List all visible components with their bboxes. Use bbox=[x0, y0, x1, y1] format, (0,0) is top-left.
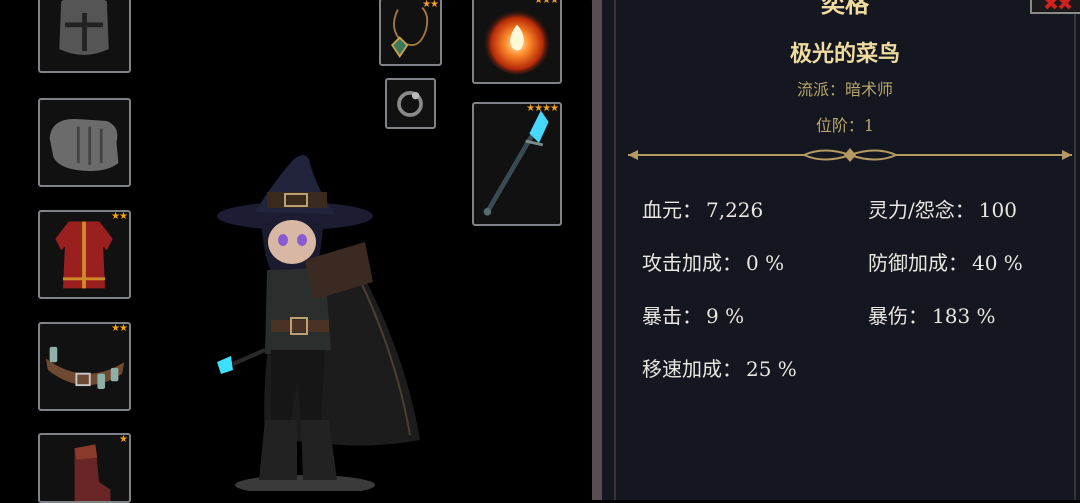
stat-value: 7,226 bbox=[706, 198, 764, 222]
boots-icon bbox=[74, 444, 111, 501]
stat-crit-damage: 暴伤： 183 % bbox=[868, 300, 996, 329]
necklace-stars: ★★ bbox=[422, 0, 439, 10]
staff-stars: ★★★★ bbox=[526, 103, 559, 114]
school-line: 流派：暗术师 bbox=[616, 76, 1074, 100]
stat-value: 9 % bbox=[706, 304, 745, 328]
stat-label: 灵力/怨念： bbox=[868, 198, 975, 222]
stat-hp: 血元： 7,226 bbox=[642, 194, 763, 223]
helmet-slot[interactable] bbox=[38, 0, 131, 73]
helmet-icon bbox=[59, 0, 109, 55]
stat-value: 0 % bbox=[746, 251, 785, 275]
robe-stars: ★★ bbox=[111, 211, 128, 222]
boots-stars: ★ bbox=[119, 434, 128, 445]
fire-orb-slot[interactable]: ★★★ bbox=[472, 0, 562, 84]
character-name: 极光的菜鸟 bbox=[789, 41, 900, 67]
stat-label: 攻击加成： bbox=[642, 251, 742, 275]
stat-value: 40 % bbox=[972, 251, 1023, 275]
stat-label: 移速加成： bbox=[642, 357, 742, 381]
gloves-slot[interactable] bbox=[38, 98, 131, 187]
stat-mana: 灵力/怨念： 100 bbox=[868, 194, 1017, 223]
stat-value: 183 % bbox=[932, 304, 996, 328]
belt-stars: ★★ bbox=[111, 323, 128, 334]
close-icon bbox=[1044, 0, 1072, 10]
ring-icon bbox=[397, 91, 423, 117]
character-info-panel: 奕格 极光的菜鸟 流派：暗术师 位阶：1 血元： 7,226 灵力/怨念： 100 … bbox=[592, 0, 1080, 500]
stat-value: 25 % bbox=[746, 357, 797, 381]
fire-orb-icon bbox=[482, 5, 552, 75]
rank-label: 位阶： bbox=[815, 116, 864, 135]
school-value: 暗术师 bbox=[845, 80, 894, 99]
belt-slot[interactable]: ★★ bbox=[38, 322, 131, 411]
stat-label: 血元： bbox=[642, 198, 702, 222]
stat-attack-bonus: 攻击加成： 0 % bbox=[642, 247, 784, 276]
rank-value: 1 bbox=[863, 116, 875, 135]
wizard-character bbox=[217, 155, 420, 491]
stat-move-speed: 移速加成： 25 % bbox=[642, 353, 797, 382]
stat-label: 暴伤： bbox=[868, 304, 928, 328]
stat-crit: 暴击： 9 % bbox=[642, 300, 744, 329]
ornamental-divider bbox=[628, 148, 1072, 162]
stat-value: 100 bbox=[978, 198, 1017, 222]
robe-icon bbox=[55, 221, 113, 289]
stat-label: 防御加成： bbox=[868, 251, 968, 275]
panel-title: 奕格 bbox=[821, 0, 869, 18]
staff-slot[interactable]: ★★★★ bbox=[472, 102, 562, 226]
school-label: 流派： bbox=[796, 80, 845, 99]
rank-line: 位阶：1 bbox=[616, 112, 1074, 136]
robe-slot[interactable]: ★★ bbox=[38, 210, 131, 299]
stat-defense-bonus: 防御加成： 40 % bbox=[868, 247, 1023, 276]
ring-slot[interactable] bbox=[385, 78, 436, 129]
close-button[interactable] bbox=[1030, 0, 1080, 14]
belt-icon bbox=[45, 346, 125, 389]
staff-icon bbox=[483, 110, 549, 216]
boots-slot[interactable]: ★ bbox=[38, 433, 131, 503]
stat-label: 暴击： bbox=[642, 304, 702, 328]
gloves-icon bbox=[49, 118, 119, 171]
necklace-slot[interactable]: ★★ bbox=[379, 0, 442, 66]
fire-orb-stars: ★★★ bbox=[534, 0, 559, 6]
